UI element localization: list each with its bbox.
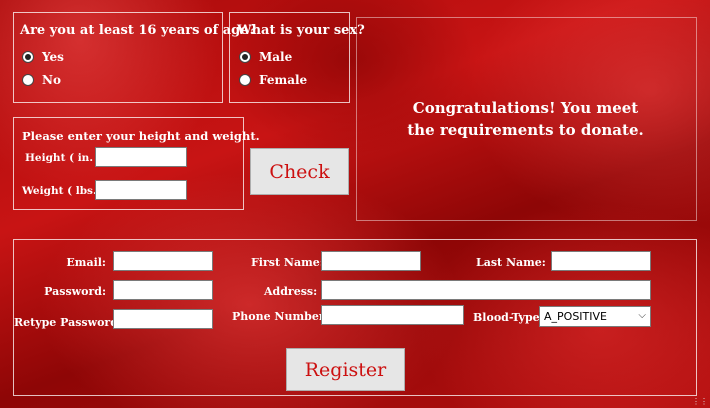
sex-male-label: Male: [259, 50, 293, 64]
retype-password-label: Retype Password:: [14, 316, 122, 329]
check-button[interactable]: Check: [250, 148, 349, 195]
sex-female-radio[interactable]: Female: [239, 73, 307, 87]
password-input[interactable]: [113, 280, 213, 300]
address-label: Address:: [264, 285, 318, 298]
resize-grip-icon[interactable]: ⋮⋮: [692, 398, 708, 406]
last-name-label: Last Name:: [476, 256, 546, 269]
sex-male-radio[interactable]: Male: [239, 50, 292, 64]
height-input[interactable]: [95, 147, 187, 167]
first-name-label: First Name:: [251, 256, 324, 269]
age-no-label: No: [42, 73, 61, 87]
radio-unchecked-icon[interactable]: [239, 74, 251, 86]
age-no-radio[interactable]: No: [22, 73, 61, 87]
first-name-input[interactable]: [321, 251, 421, 271]
measure-heading: Please enter your height and weight.: [22, 129, 260, 143]
blood-type-label: Blood-Type:: [473, 311, 544, 324]
blood-type-value: A_POSITIVE: [544, 310, 607, 323]
sex-female-label: Female: [259, 73, 308, 87]
password-label: Password:: [44, 285, 106, 298]
radio-checked-icon[interactable]: [239, 51, 251, 63]
phone-number-input[interactable]: [321, 305, 464, 325]
email-input[interactable]: [113, 251, 213, 271]
blood-type-select[interactable]: A_POSITIVE ⌵: [539, 306, 651, 327]
result-message: Congratulations! You meet the requiremen…: [407, 99, 644, 139]
radio-checked-icon[interactable]: [22, 51, 34, 63]
sex-question: What is your sex?: [237, 23, 365, 38]
address-input[interactable]: [321, 280, 651, 300]
height-label: Height ( in. ):: [25, 152, 106, 164]
age-yes-radio[interactable]: Yes: [22, 50, 64, 64]
chevron-down-icon[interactable]: ⌵: [638, 310, 646, 321]
retype-password-input[interactable]: [113, 309, 213, 329]
email-label: Email:: [66, 256, 106, 269]
age-yes-label: Yes: [42, 50, 64, 64]
radio-unchecked-icon[interactable]: [22, 74, 34, 86]
phone-number-label: Phone Number:: [232, 310, 329, 323]
age-question: Are you at least 16 years of age?: [20, 23, 257, 38]
weight-input[interactable]: [95, 180, 187, 200]
register-button[interactable]: Register: [286, 348, 405, 391]
last-name-input[interactable]: [551, 251, 651, 271]
